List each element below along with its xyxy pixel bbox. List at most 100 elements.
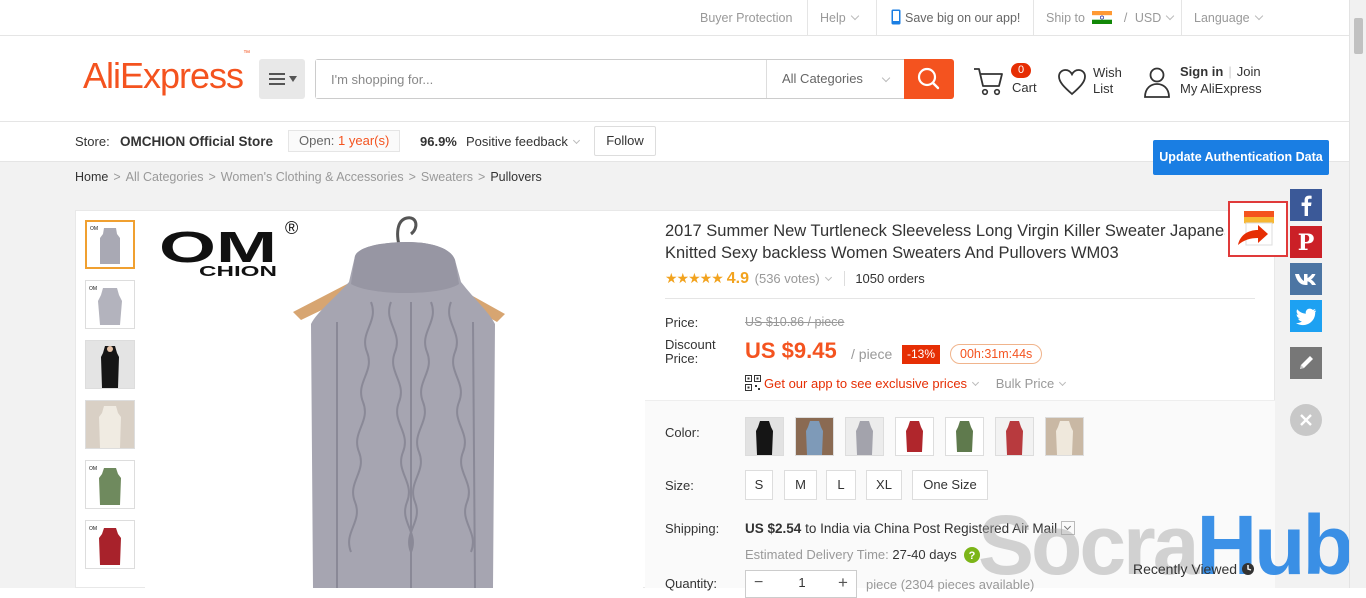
breadcrumb-pullovers[interactable]: Pullovers xyxy=(490,170,541,184)
color-swatch-wine[interactable] xyxy=(995,417,1034,456)
product-thumbnail[interactable]: OM xyxy=(85,220,135,269)
product-rating: ★★★★★ 4.9 (536 votes) 1050 orders xyxy=(665,270,925,288)
rating-stars-icon: ★★★★★ xyxy=(665,270,724,286)
ship-to-menu[interactable]: Ship to / USD xyxy=(1033,0,1185,36)
wish-list-label: Wish List xyxy=(1093,65,1122,97)
breadcrumb-womens-clothing[interactable]: Women's Clothing & Accessories xyxy=(221,170,404,184)
search-input[interactable] xyxy=(316,60,766,98)
store-name-link[interactable]: OMCHION Official Store xyxy=(120,134,273,149)
store-open-value: 1 year(s) xyxy=(338,133,390,148)
store-share-icon xyxy=(1238,211,1274,246)
chevron-down-icon xyxy=(1254,11,1263,21)
aliexpress-logo[interactable]: AliExpress™ xyxy=(83,50,250,97)
bulk-price-menu[interactable]: Bulk Price xyxy=(996,376,1055,391)
quantity-decrease-button[interactable]: − xyxy=(754,574,763,592)
product-thumbnail[interactable] xyxy=(85,340,135,389)
delivery-label: Estimated Delivery Time: xyxy=(745,547,889,562)
wine-color-image xyxy=(996,418,1033,455)
rating-votes-link[interactable]: (536 votes) xyxy=(755,271,820,286)
black-color-image xyxy=(746,418,783,455)
color-swatch-black[interactable] xyxy=(745,417,784,456)
product-thumbnail[interactable]: OM xyxy=(85,460,135,509)
store-share-highlight[interactable] xyxy=(1228,201,1288,257)
color-swatch-blue[interactable] xyxy=(795,417,834,456)
grey-color-image xyxy=(846,418,883,455)
discount-price-label: Discount Price: xyxy=(665,338,716,366)
join-link[interactable]: Join xyxy=(1237,64,1261,79)
twitter-share-button[interactable] xyxy=(1290,300,1322,332)
follow-store-button[interactable]: Follow xyxy=(594,126,656,156)
size-option-one-size[interactable]: One Size xyxy=(912,470,988,500)
color-swatch-grey[interactable] xyxy=(845,417,884,456)
size-label: Size: xyxy=(665,478,694,493)
logo-trademark: ™ xyxy=(243,50,251,57)
help-label: Help xyxy=(820,11,846,25)
search-button[interactable] xyxy=(904,59,954,99)
cart-icon xyxy=(974,68,1003,96)
edit-button[interactable] xyxy=(1290,347,1322,379)
cart-label: Cart xyxy=(1012,80,1037,95)
price-unit: / piece xyxy=(851,346,893,362)
buyer-protection-link[interactable]: Buyer Protection xyxy=(688,0,804,36)
wish-list-link[interactable]: Wish List xyxy=(1056,61,1136,101)
product-title-line1: 2017 Summer New Turtleneck Sleeveless Lo… xyxy=(665,222,1225,240)
size-option-xl[interactable]: XL xyxy=(866,470,902,500)
recently-viewed-tab[interactable]: Recently Viewed xyxy=(1133,560,1255,577)
size-option-s[interactable]: S xyxy=(745,470,773,500)
discount-price: US $9.45 xyxy=(745,338,837,363)
orders-count: 1050 orders xyxy=(844,271,925,286)
color-swatch-green[interactable] xyxy=(945,417,984,456)
svg-text:P: P xyxy=(1298,230,1315,256)
color-swatch-red[interactable] xyxy=(895,417,934,456)
language-menu[interactable]: Language xyxy=(1181,0,1349,36)
breadcrumb-home[interactable]: Home xyxy=(75,170,108,184)
chevron-down-icon xyxy=(824,273,832,282)
language-label: Language xyxy=(1194,11,1250,25)
heart-icon xyxy=(1058,69,1086,96)
my-aliexpress-link[interactable]: My AliExpress xyxy=(1180,81,1262,96)
menu-icon xyxy=(269,73,285,75)
cream-sweater-image xyxy=(86,401,134,448)
product-thumbnail[interactable] xyxy=(85,400,135,449)
vk-share-button[interactable] xyxy=(1290,263,1322,295)
close-share-button[interactable] xyxy=(1290,404,1322,436)
size-option-m[interactable]: M xyxy=(784,470,817,500)
recently-viewed-label: Recently Viewed xyxy=(1133,561,1238,577)
categories-menu-button[interactable] xyxy=(259,59,305,99)
rating-score: 4.9 xyxy=(726,270,750,287)
account-separator: | xyxy=(1228,64,1232,79)
product-thumbnail[interactable]: OM xyxy=(85,280,135,329)
cream-color-image xyxy=(1046,418,1083,455)
app-promo-link[interactable]: Save big on our app! xyxy=(876,0,1032,36)
facebook-share-button[interactable] xyxy=(1290,189,1322,221)
svg-text:?: ? xyxy=(969,550,976,562)
size-option-l[interactable]: L xyxy=(826,470,856,500)
color-label: Color: xyxy=(665,425,700,440)
shipping-label: Shipping: xyxy=(665,521,720,536)
breadcrumb-all-categories[interactable]: All Categories xyxy=(126,170,204,184)
discount-price-label-line1: Discount xyxy=(665,337,716,352)
phone-icon xyxy=(891,9,901,25)
caret-down-icon xyxy=(972,378,980,387)
pinterest-share-button[interactable]: P xyxy=(1290,226,1322,258)
update-authentication-button[interactable]: Update Authentication Data xyxy=(1153,140,1329,175)
positive-feedback-menu[interactable]: Positive feedback xyxy=(466,134,580,149)
watermark-part1: Socra xyxy=(978,498,1199,592)
account-menu[interactable]: Sign in | Join My AliExpress xyxy=(1142,61,1282,101)
sign-in-link[interactable]: Sign in xyxy=(1180,64,1223,79)
page-scrollbar[interactable] xyxy=(1349,0,1366,588)
grey-turtleneck-sweater-image xyxy=(293,216,505,588)
app-prices-link[interactable]: Get our app to see exclusive prices xyxy=(764,376,967,391)
discount-badge: -13% xyxy=(902,345,941,364)
product-thumbnail[interactable]: OM xyxy=(85,520,135,569)
category-select[interactable]: All Categories xyxy=(766,60,905,98)
cart-link[interactable]: 0 Cart xyxy=(972,61,1042,101)
help-menu[interactable]: Help xyxy=(807,0,870,36)
scrollbar-thumb[interactable] xyxy=(1354,18,1363,54)
main-header: AliExpress™ All Categories 0 Cart WishLi… xyxy=(0,36,1366,122)
cart-count-badge: 0 xyxy=(1011,63,1032,78)
main-product-image: OM CHION ® xyxy=(145,212,643,588)
breadcrumb-sweaters[interactable]: Sweaters xyxy=(421,170,473,184)
color-swatch-cream[interactable] xyxy=(1045,417,1084,456)
quantity-increase-button[interactable]: + xyxy=(838,573,848,593)
